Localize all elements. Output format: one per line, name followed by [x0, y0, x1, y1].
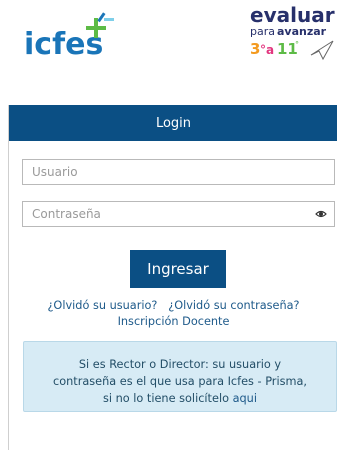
- notice-line-1: Si es Rector o Director: su usuario y: [78, 358, 282, 371]
- notice-line-3-text: si no lo tiene solicítelo: [103, 392, 233, 405]
- grade-3-text: 3: [250, 40, 260, 58]
- header: icfes evaluar para avanzar 3 °a 11 °: [0, 0, 337, 80]
- evaluar-text: evaluar: [250, 3, 335, 27]
- login-panel: Login Usuario Contraseña Ingresar ¿Olvid…: [8, 105, 337, 450]
- password-input[interactable]: Contraseña: [22, 201, 335, 227]
- login-header: Login: [9, 105, 337, 141]
- notice-line-3: si no lo tiene solicítelo aqui: [28, 390, 332, 407]
- evaluar-para-avanzar-logo: evaluar para avanzar 3 °a 11 °: [250, 3, 335, 61]
- login-title: Login: [155, 115, 192, 131]
- icfes-logo: icfes: [24, 12, 114, 62]
- forgot-password-link[interactable]: ¿Olvidó su contraseña?: [168, 299, 299, 312]
- avanzar-text: avanzar: [277, 25, 327, 38]
- notice-box: Si es Rector o Director: su usuario y co…: [23, 341, 337, 412]
- username-placeholder: Usuario: [32, 165, 78, 179]
- username-input[interactable]: Usuario: [22, 159, 335, 185]
- grade-a-text: °a: [260, 43, 274, 57]
- login-button[interactable]: Ingresar: [130, 250, 226, 288]
- notice-line-2: contraseña es el que usa para Icfes - Pr…: [53, 375, 307, 388]
- grade-degree-text: °: [295, 40, 299, 49]
- paper-plane-icon: [310, 40, 334, 61]
- login-button-label: Ingresar: [147, 260, 209, 278]
- icfes-logo-text: icfes: [24, 27, 103, 62]
- forgot-username-link[interactable]: ¿Olvidó su usuario?: [47, 299, 157, 312]
- teacher-signup-link[interactable]: Inscripción Docente: [118, 315, 230, 328]
- help-links: ¿Olvidó su usuario? ¿Olvidó su contraseñ…: [9, 298, 337, 330]
- password-placeholder: Contraseña: [32, 207, 101, 221]
- request-here-link[interactable]: aqui: [233, 392, 257, 405]
- show-password-icon[interactable]: [315, 209, 327, 219]
- para-text: para: [250, 25, 275, 38]
